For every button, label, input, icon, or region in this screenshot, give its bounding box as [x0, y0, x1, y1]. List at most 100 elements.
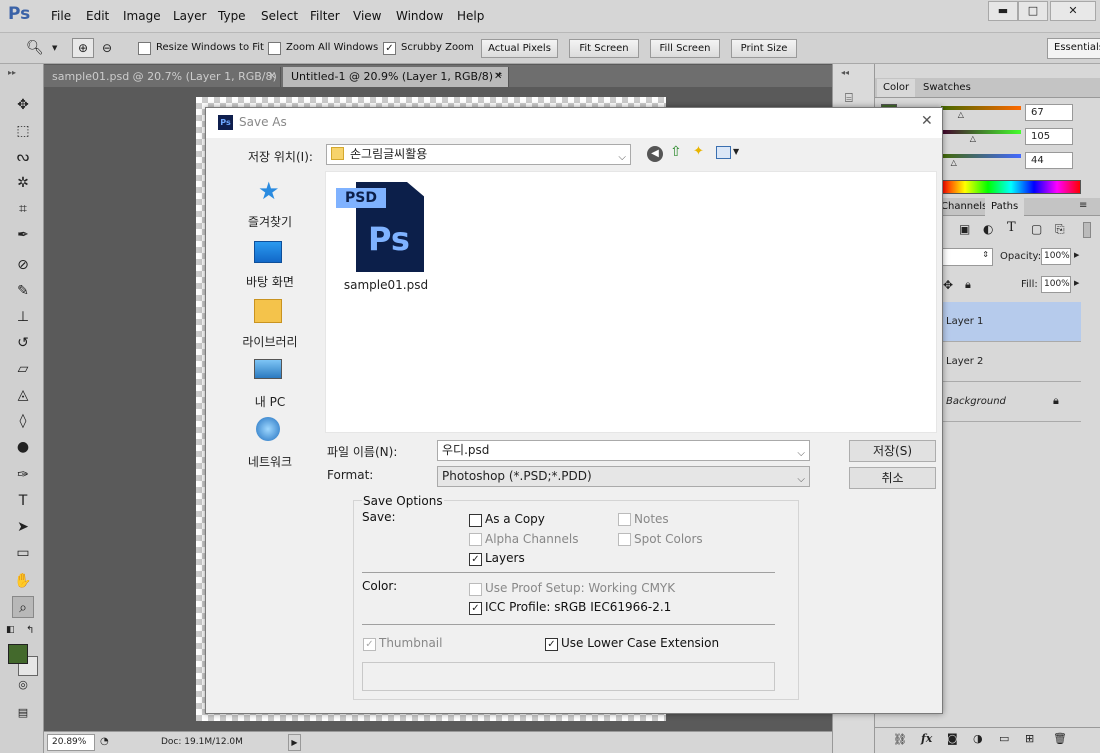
- blue-value-field[interactable]: 44: [1025, 152, 1073, 169]
- as-a-copy-checkbox[interactable]: [469, 514, 482, 527]
- path-selection-tool-icon[interactable]: ➤: [12, 516, 34, 538]
- zoom-level-field[interactable]: 20.89%: [47, 734, 95, 751]
- link-layers-icon[interactable]: ⛓: [893, 733, 907, 746]
- red-slider[interactable]: [941, 106, 1021, 110]
- fill-field[interactable]: 100%: [1041, 276, 1071, 293]
- menu-image[interactable]: Image: [123, 9, 161, 23]
- layer-row[interactable]: Layer 1: [941, 302, 1081, 342]
- red-slider-handle[interactable]: △: [958, 110, 964, 119]
- workspace-switcher[interactable]: Essentials: [1047, 38, 1100, 59]
- green-slider[interactable]: [941, 130, 1021, 134]
- history-brush-tool-icon[interactable]: ↺: [12, 332, 34, 354]
- opacity-field[interactable]: 100%: [1041, 248, 1071, 265]
- filename-input[interactable]: 우디.psd ⌵: [437, 440, 810, 461]
- close-window-button[interactable]: ✕: [1050, 1, 1096, 21]
- fill-screen-button[interactable]: Fill Screen: [650, 39, 720, 58]
- dialog-title-bar[interactable]: Ps Save As ✕: [206, 108, 942, 138]
- actual-pixels-button[interactable]: Actual Pixels: [481, 39, 558, 58]
- green-value-field[interactable]: 105: [1025, 128, 1073, 145]
- menu-filter[interactable]: Filter: [310, 9, 340, 23]
- panel-menu-icon[interactable]: ≡: [1079, 200, 1087, 211]
- new-folder-icon[interactable]: ✦: [693, 144, 704, 159]
- icc-profile-checkbox[interactable]: ✓: [469, 602, 482, 615]
- menu-view[interactable]: View: [353, 9, 381, 23]
- zoom-tool-icon[interactable]: 🔍︎: [26, 40, 44, 56]
- place-this-pc[interactable]: 내 PC: [214, 355, 326, 413]
- magic-wand-tool-icon[interactable]: ✲: [12, 172, 34, 194]
- image-filter-icon[interactable]: ▣: [959, 222, 970, 236]
- dodge-tool-icon[interactable]: ●: [12, 436, 34, 458]
- file-item[interactable]: PSD Ps sample01.psd: [334, 178, 438, 298]
- tool-preset-chevron-icon[interactable]: ▼: [52, 44, 57, 52]
- expand-icon[interactable]: ◂◂: [841, 68, 849, 77]
- format-select[interactable]: Photoshop (*.PSD;*.PDD) ⌵: [437, 466, 810, 487]
- maximize-button[interactable]: □: [1018, 1, 1048, 21]
- type-filter-icon[interactable]: T: [1007, 220, 1016, 235]
- close-icon[interactable]: ✕: [494, 67, 502, 86]
- screen-mode-icon[interactable]: ▤: [12, 702, 34, 724]
- print-size-button[interactable]: Print Size: [731, 39, 797, 58]
- brush-tool-icon[interactable]: ✎: [12, 280, 34, 302]
- layers-checkbox[interactable]: ✓: [469, 553, 482, 566]
- blur-tool-icon[interactable]: ◊: [12, 410, 34, 432]
- dialog-close-icon[interactable]: ✕: [921, 113, 933, 129]
- eyedropper-tool-icon[interactable]: ✒: [12, 224, 34, 246]
- rectangle-tool-icon[interactable]: ▭: [12, 542, 34, 564]
- menu-layer[interactable]: Layer: [173, 9, 206, 23]
- resize-windows-checkbox[interactable]: [138, 42, 151, 55]
- fill-dropdown-icon[interactable]: ▶: [1074, 279, 1079, 287]
- chevron-down-icon[interactable]: ▼: [733, 147, 739, 156]
- quick-mask-icon[interactable]: ◎: [12, 674, 34, 696]
- lasso-tool-icon[interactable]: ᔓ: [12, 146, 34, 168]
- fit-screen-button[interactable]: Fit Screen: [569, 39, 639, 58]
- up-folder-icon[interactable]: ⇧: [670, 144, 682, 160]
- menu-help[interactable]: Help: [457, 9, 484, 23]
- adjustment-layer-icon[interactable]: ◑: [973, 732, 983, 745]
- opacity-dropdown-icon[interactable]: ▶: [1074, 251, 1079, 259]
- lowercase-extension-checkbox[interactable]: ✓: [545, 638, 558, 651]
- place-network[interactable]: 네트워크: [214, 415, 326, 473]
- crop-tool-icon[interactable]: ⌗: [12, 198, 34, 220]
- export-icon[interactable]: ◔: [100, 736, 109, 747]
- file-list[interactable]: PSD Ps sample01.psd: [325, 171, 937, 433]
- back-icon[interactable]: ◀: [647, 146, 663, 162]
- zoom-in-icon[interactable]: ⊕: [72, 38, 94, 58]
- zoom-all-checkbox[interactable]: [268, 42, 281, 55]
- filter-toggle[interactable]: [1083, 222, 1091, 238]
- stamp-tool-icon[interactable]: ⊥: [12, 306, 34, 328]
- new-layer-icon[interactable]: ⊞: [1025, 732, 1034, 745]
- add-mask-icon[interactable]: ◙: [947, 732, 958, 745]
- eraser-tool-icon[interactable]: ▱: [12, 358, 34, 380]
- foreground-color-swatch[interactable]: [8, 644, 28, 664]
- place-desktop[interactable]: 바탕 화면: [214, 235, 326, 293]
- place-libraries[interactable]: 라이브러리: [214, 295, 326, 353]
- layer-row[interactable]: Layer 2: [941, 342, 1081, 382]
- fx-icon[interactable]: fx: [921, 732, 932, 745]
- tab-untitled-1[interactable]: Untitled-1 @ 20.9% (Layer 1, RGB/8) * ✕: [283, 67, 509, 87]
- pen-tool-icon[interactable]: ✑: [12, 464, 34, 486]
- view-menu-icon[interactable]: [716, 146, 731, 159]
- zoom-out-icon[interactable]: ⊖: [96, 38, 118, 58]
- menu-file[interactable]: File: [51, 9, 71, 23]
- tab-color[interactable]: Color: [877, 79, 916, 97]
- smart-object-filter-icon[interactable]: ⎘: [1055, 222, 1065, 237]
- type-tool-icon[interactable]: T: [12, 490, 34, 512]
- scrubby-zoom-checkbox[interactable]: ✓: [383, 42, 396, 55]
- status-menu-arrow-icon[interactable]: ▶: [288, 734, 301, 751]
- lock-all-icon[interactable]: 🔒︎: [965, 278, 971, 292]
- tab-sample01[interactable]: sample01.psd @ 20.7% (Layer 1, RGB/8) ✕: [44, 67, 281, 87]
- history-panel-icon[interactable]: ⌸: [845, 91, 853, 106]
- save-location-select[interactable]: 손그림글씨활용 ⌵: [326, 144, 631, 165]
- tab-paths[interactable]: Paths: [985, 198, 1025, 216]
- tab-swatches[interactable]: Swatches: [917, 79, 977, 97]
- zoom-tool-icon[interactable]: ⌕: [12, 596, 34, 618]
- layer-row[interactable]: Background: [941, 382, 1081, 422]
- hand-tool-icon[interactable]: ✋: [12, 570, 34, 592]
- lock-position-icon[interactable]: ✥: [943, 278, 953, 292]
- menu-window[interactable]: Window: [396, 9, 443, 23]
- marquee-tool-icon[interactable]: ⬚: [12, 120, 34, 142]
- green-slider-handle[interactable]: △: [970, 134, 976, 143]
- new-group-icon[interactable]: ▭: [999, 732, 1009, 745]
- adjustment-filter-icon[interactable]: ◐: [983, 222, 993, 236]
- delete-layer-icon[interactable]: 🗑︎: [1053, 732, 1067, 745]
